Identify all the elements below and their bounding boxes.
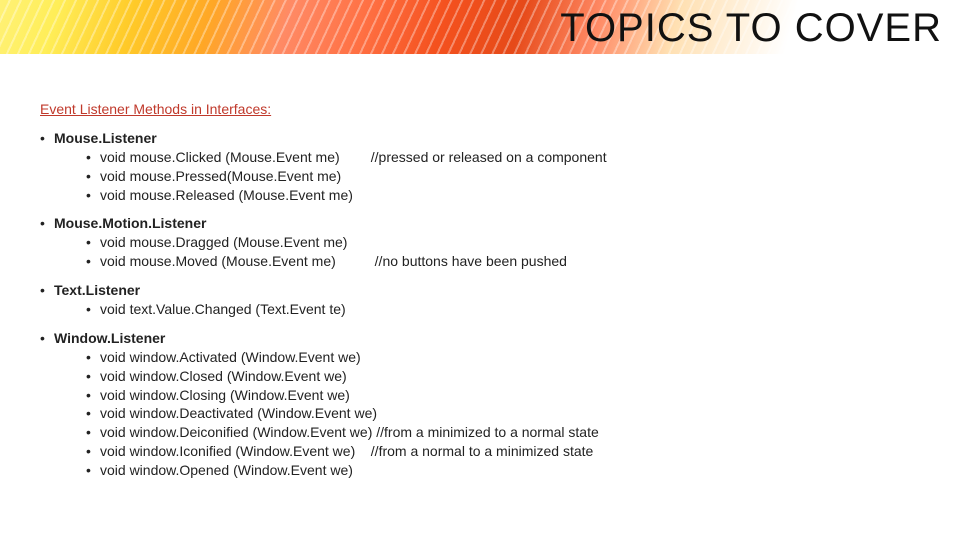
bullet-icon: • (86, 367, 100, 386)
bullet-icon: • (86, 442, 100, 461)
method-signature: void mouse.Pressed(Mouse.Event me) (100, 167, 341, 186)
method-item: •void window.Iconified (Window.Event we)… (86, 442, 940, 461)
method-item: •void window.Closing (Window.Event we) (86, 386, 940, 405)
method-comment: //from a normal to a minimized state (355, 442, 593, 461)
method-item: •void window.Deiconified (Window.Event w… (86, 423, 940, 442)
method-signature: void mouse.Dragged (Mouse.Event me) (100, 233, 347, 252)
listener-group: •Mouse.Listener•void mouse.Clicked (Mous… (40, 129, 940, 205)
method-list: •void mouse.Clicked (Mouse.Event me) //p… (86, 148, 940, 205)
bullet-icon: • (86, 167, 100, 186)
bullet-icon: • (86, 461, 100, 480)
bullet-icon: • (86, 186, 100, 205)
bullet-icon: • (40, 214, 54, 233)
slide: TOPICS TO COVER Event Listener Methods i… (0, 0, 960, 540)
method-list: •void window.Activated (Window.Event we)… (86, 348, 940, 480)
listener-group: •Mouse.Motion.Listener•void mouse.Dragge… (40, 214, 940, 271)
method-item: •void mouse.Moved (Mouse.Event me) //no … (86, 252, 940, 271)
bullet-icon: • (86, 423, 100, 442)
method-item: •void mouse.Released (Mouse.Event me) (86, 186, 940, 205)
method-signature: void mouse.Released (Mouse.Event me) (100, 186, 353, 205)
bullet-icon: • (86, 252, 100, 271)
slide-body: Event Listener Methods in Interfaces: •M… (40, 100, 940, 490)
method-item: •void text.Value.Changed (Text.Event te) (86, 300, 940, 319)
method-signature: void mouse.Clicked (Mouse.Event me) (100, 148, 340, 167)
method-list: •void mouse.Dragged (Mouse.Event me)•voi… (86, 233, 940, 271)
method-signature: void window.Closed (Window.Event we) (100, 367, 347, 386)
method-signature: void text.Value.Changed (Text.Event te) (100, 300, 346, 319)
method-item: •void mouse.Clicked (Mouse.Event me) //p… (86, 148, 940, 167)
group-name: Mouse.Motion.Listener (54, 214, 206, 233)
method-signature: void window.Deiconified (Window.Event we… (100, 423, 372, 442)
bullet-icon: • (86, 348, 100, 367)
group-name: Mouse.Listener (54, 129, 157, 148)
group-name: Text.Listener (54, 281, 140, 300)
method-item: •void mouse.Dragged (Mouse.Event me) (86, 233, 940, 252)
slide-title: TOPICS TO COVER (560, 6, 942, 51)
method-item: •void window.Activated (Window.Event we) (86, 348, 940, 367)
method-comment: //pressed or released on a component (340, 148, 607, 167)
method-item: •void mouse.Pressed(Mouse.Event me) (86, 167, 940, 186)
method-item: •void window.Closed (Window.Event we) (86, 367, 940, 386)
bullet-icon: • (40, 281, 54, 300)
section-title: Event Listener Methods in Interfaces: (40, 100, 940, 119)
method-list: •void text.Value.Changed (Text.Event te) (86, 300, 940, 319)
method-signature: void window.Deactivated (Window.Event we… (100, 404, 377, 423)
method-signature: void window.Iconified (Window.Event we) (100, 442, 355, 461)
method-item: •void window.Deactivated (Window.Event w… (86, 404, 940, 423)
method-signature: void mouse.Moved (Mouse.Event me) (100, 252, 336, 271)
listener-group: •Window.Listener•void window.Activated (… (40, 329, 940, 480)
listener-groups: •Mouse.Listener•void mouse.Clicked (Mous… (40, 129, 940, 480)
bullet-icon: • (40, 129, 54, 148)
bullet-icon: • (40, 329, 54, 348)
method-item: •void window.Opened (Window.Event we) (86, 461, 940, 480)
bullet-icon: • (86, 233, 100, 252)
bullet-icon: • (86, 404, 100, 423)
group-name: Window.Listener (54, 329, 165, 348)
method-signature: void window.Opened (Window.Event we) (100, 461, 353, 480)
bullet-icon: • (86, 148, 100, 167)
method-comment: //no buttons have been pushed (336, 252, 567, 271)
bullet-icon: • (86, 300, 100, 319)
method-signature: void window.Activated (Window.Event we) (100, 348, 361, 367)
bullet-icon: • (86, 386, 100, 405)
listener-group: •Text.Listener•void text.Value.Changed (… (40, 281, 940, 319)
method-signature: void window.Closing (Window.Event we) (100, 386, 350, 405)
method-comment: //from a minimized to a normal state (372, 423, 598, 442)
